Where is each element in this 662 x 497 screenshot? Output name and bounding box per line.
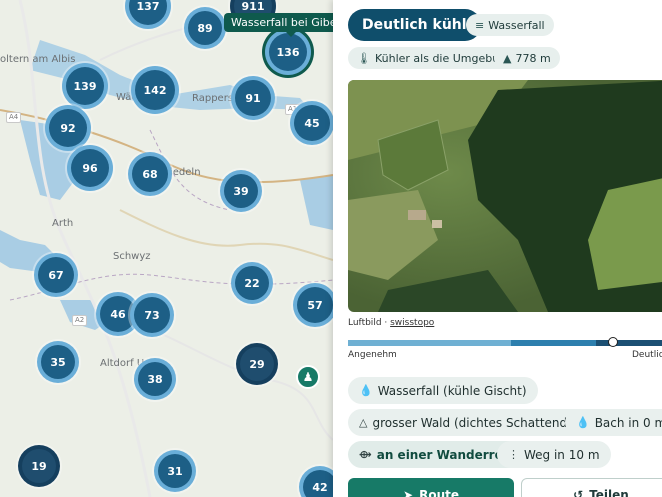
temperature-title: Deutlich kühl [348,9,481,41]
cluster-count: 136 [276,45,300,59]
elevation-chip-label: 778 m [515,51,551,65]
cluster-count: 38 [147,372,163,386]
feature-label: grosser Wald (dichtes Schattendach) [372,415,594,430]
cluster-count: 142 [143,83,167,97]
poi-cluster[interactable]: 57 [293,283,333,327]
place-label: iedeln [170,167,201,178]
type-chip: ≡ Wasserfall [466,14,554,36]
poi-cluster[interactable]: 92 [45,105,91,151]
share-button-label: Teilen [589,488,629,497]
poi-cluster[interactable]: 35 [37,341,79,383]
cluster-count: 42 [312,480,328,494]
cluster-count: 39 [233,184,249,198]
poi-cluster[interactable]: 67 [34,253,78,297]
feature-label: Bach in 0 m [594,415,662,430]
poi-cluster[interactable]: 45 [290,101,333,145]
elevation-chip: ▲ 778 m [494,47,560,69]
aerial-image [348,80,662,312]
cluster-count: 35 [50,355,66,369]
poi-cluster[interactable]: 91 [231,76,275,120]
cluster-count: 22 [244,276,260,290]
group-marker[interactable]: ♟ [296,365,320,389]
map-tooltip: Wasserfall bei Gibel [224,13,333,37]
cluster-count: 19 [31,459,47,473]
waterfall-icon: ≡ [475,18,485,32]
road-tag: A2 [72,315,88,326]
cluster-count: 91 [245,91,261,105]
share-button[interactable]: ↺ Teilen [521,478,662,497]
cluster-count: 31 [167,464,183,478]
cluster-count: 73 [144,308,160,322]
feature-chip: 💧 Bach in 0 m [565,409,662,436]
poi-cluster[interactable]: 96 [67,145,113,191]
cooler-chip-label: Kühler als die Umgebung [374,51,514,65]
share-icon: ↺ [573,488,584,497]
poi-cluster[interactable]: 89 [184,7,226,49]
water-drop-icon: 💧 [576,416,590,429]
cluster-count: 29 [249,357,265,371]
cluster-count: 92 [60,121,76,135]
cluster-count: 911 [241,0,265,13]
footsteps-icon: ⋮ [508,448,519,461]
cluster-count: 89 [197,21,213,35]
place-label: Arth [52,218,74,229]
aerial-photo [348,80,662,312]
cluster-count: 46 [110,307,126,321]
poi-cluster[interactable]: 22 [231,262,273,304]
poi-cluster[interactable]: 139 [62,63,108,109]
scale-marker [608,337,618,347]
cluster-count: 68 [142,167,158,181]
tree-icon: △ [359,416,368,429]
poi-cluster[interactable]: 29 [236,343,278,385]
feature-chip: ⋮ Weg in 10 m [497,441,611,468]
scale-left-label: Angenehm [348,350,397,360]
caption-label: Luftbild · [348,318,391,328]
place-label: oltern am Albis [0,54,76,65]
cluster-count: 57 [307,298,323,312]
feature-label: Weg in 10 m [524,447,600,462]
people-icon: ♟ [302,370,314,384]
route-icon: ⟴ [359,448,372,461]
poi-cluster[interactable]: 142 [131,66,179,114]
cluster-count: 137 [136,0,160,13]
scale-right-label: Deutlic [632,350,662,360]
poi-cluster[interactable]: 39 [220,170,262,212]
road-tag: A4 [6,112,22,123]
place-label: Schwyz [113,251,151,262]
cluster-count: 45 [304,116,320,130]
image-caption: Luftbild · swisstopo [348,318,434,328]
water-drop-icon: 💧 [359,384,373,397]
navigate-icon: ➤ [403,488,414,497]
swisstopo-link[interactable]: swisstopo [390,318,434,328]
place-label: Rappers [192,93,234,104]
route-button[interactable]: ➤ Route [348,478,514,497]
type-chip-label: Wasserfall [488,18,545,32]
route-button-label: Route [419,488,459,497]
mountain-icon: ▲ [503,51,512,65]
poi-cluster[interactable]: 68 [128,152,172,196]
poi-cluster[interactable]: 73 [130,293,174,337]
feature-chip: 💧 Wasserfall (kühle Gischt) [348,377,538,404]
thermometer-icon: 🌡 [357,51,371,65]
cluster-count: 139 [73,79,97,93]
detail-panel: Deutlich kühl ≡ Wasserfall 🌡 Kühler als … [333,0,662,497]
cluster-count: 96 [82,161,98,175]
cluster-count: 67 [48,268,64,282]
map-view[interactable]: oltern am Albis Wäd Rappers iedeln Arth … [0,0,333,497]
poi-cluster[interactable]: 31 [154,450,196,492]
feature-label: Wasserfall (kühle Gischt) [377,383,527,398]
poi-cluster[interactable]: 38 [134,358,176,400]
poi-cluster[interactable]: 19 [18,445,60,487]
